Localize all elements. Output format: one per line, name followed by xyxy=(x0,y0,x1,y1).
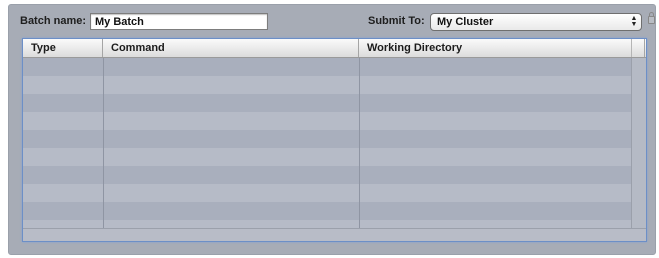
column-divider xyxy=(359,58,360,241)
batch-name-label: Batch name: xyxy=(20,15,87,27)
column-divider xyxy=(103,58,104,241)
batch-toolbar: Batch name: Submit To: My Cluster ▲▼ xyxy=(9,5,655,33)
submit-to-select[interactable]: My Cluster ▲ ▼ xyxy=(430,13,642,31)
submit-to-selected-value: My Cluster xyxy=(437,16,494,28)
table-row[interactable] xyxy=(23,94,646,112)
lock-icon[interactable] xyxy=(648,12,655,24)
table-row[interactable] xyxy=(23,112,646,130)
submit-to-label: Submit To: xyxy=(368,15,425,27)
column-header-working-directory[interactable]: Working Directory xyxy=(359,39,645,57)
batch-name-input[interactable] xyxy=(90,13,268,30)
table-row[interactable] xyxy=(23,184,646,202)
vertical-scrollbar[interactable] xyxy=(631,58,646,229)
table-row[interactable] xyxy=(23,76,646,94)
header-corner xyxy=(631,39,646,57)
table-row[interactable] xyxy=(23,130,646,148)
table-row[interactable] xyxy=(23,58,646,76)
table-header: Type Command Working Directory xyxy=(23,39,646,58)
table-row[interactable] xyxy=(23,148,646,166)
column-header-command[interactable]: Command xyxy=(103,39,359,57)
table-row[interactable] xyxy=(23,166,646,184)
updown-arrows-icon: ▲ ▼ xyxy=(630,15,638,28)
table-row[interactable] xyxy=(23,202,646,220)
column-header-type[interactable]: Type xyxy=(23,39,103,57)
table-body[interactable] xyxy=(23,58,646,241)
batch-panel: Batch name: Submit To: My Cluster ▲▼ Typ… xyxy=(8,4,656,255)
horizontal-scrollbar[interactable] xyxy=(23,228,646,241)
command-table[interactable]: Type Command Working Directory xyxy=(22,38,647,242)
